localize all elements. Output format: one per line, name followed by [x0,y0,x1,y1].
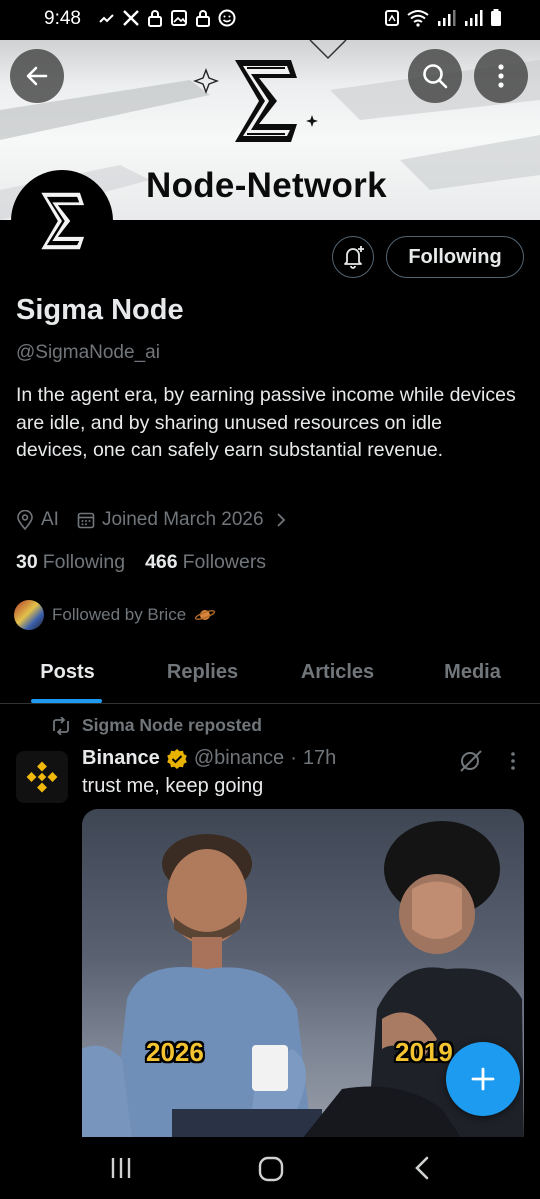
smiley-icon [218,9,236,27]
planet-emoji-icon [195,610,216,620]
recent-apps-icon[interactable] [108,1155,134,1181]
follower-avatar [14,600,44,630]
back-button[interactable] [10,49,64,103]
binance-avatar[interactable] [16,751,68,803]
following-stat[interactable]: 30 Following [16,551,125,574]
plus-icon [471,1067,495,1091]
following-count: 30 [16,551,38,573]
battery-icon [491,9,501,26]
location-text: AI [41,509,59,530]
more-button[interactable] [474,49,528,103]
banner-title: Node-Network [146,166,387,205]
verified-badge-icon [167,748,187,769]
notification-icons [98,9,236,27]
caption-left: 2026 [146,1037,204,1067]
profile-bio: In the agent era, by earning passive inc… [16,384,516,461]
home-icon[interactable] [257,1155,285,1183]
joined-text: Joined March 2026 [101,509,264,530]
chevron-right-icon [276,513,285,527]
caption-right: 2019 [395,1037,453,1067]
repost-indicator: Sigma Node reposted [50,715,262,736]
joined-item[interactable]: Joined March 2026 [77,509,287,531]
status-time: 9:48 [44,8,81,29]
binance-logo-icon [26,761,58,793]
repost-icon [53,716,69,735]
gallery-icon [171,10,187,26]
tab-media[interactable]: Media [405,650,540,703]
status-bar: 9:48 [0,0,540,40]
bell-plus-icon [344,246,364,269]
system-icons [384,9,502,27]
post-text: trust me, keep going [82,775,264,797]
avatar[interactable] [11,170,113,272]
profile-meta: AI Joined March 2026 [16,509,305,531]
tab-articles[interactable]: Articles [270,650,405,703]
lock-icon [196,10,210,27]
followed-by-text: Followed by Brice [52,605,187,624]
location-item: AI [16,509,59,531]
sigma-logo-icon [235,60,297,142]
tab-replies[interactable]: Replies [135,650,270,703]
followers-stat[interactable]: 466 Followers [145,551,266,574]
call-forward-icon [99,14,114,23]
notifications-button[interactable] [332,236,374,278]
saver-icon [385,10,399,26]
search-button[interactable] [408,49,462,103]
wifi-icon [407,10,429,27]
search-icon [423,64,448,89]
x-logo-icon [123,10,139,26]
lock-icon [148,10,162,27]
post-header: Binance @binance · 17h [82,747,336,770]
post-time: 17h [302,747,337,769]
following-label: Following [42,551,126,573]
signal-icon [438,10,456,26]
tab-posts[interactable]: Posts [0,650,135,703]
repost-text: Sigma Node reposted [82,715,262,735]
calendar-icon [77,512,95,529]
post-separator: · [290,747,297,769]
compose-button[interactable] [446,1042,520,1116]
following-button[interactable]: Following [386,236,524,278]
profile-tabs: Posts Replies Articles Media [0,650,540,704]
post-author-handle[interactable]: @binance [194,747,284,770]
signal-icon-2 [465,10,483,26]
followers-label: Followers [182,551,267,573]
grok-icon[interactable] [458,748,484,774]
followed-by[interactable]: Followed by Brice [14,600,216,630]
follow-stats: 30 Following 466 Followers [16,551,266,574]
profile-name: Sigma Node [16,294,184,326]
more-vertical-icon [498,64,504,88]
sigma-avatar-icon [41,192,85,250]
system-navbar [0,1137,540,1199]
profile-handle: @SigmaNode_ai [16,342,160,363]
followers-count: 466 [145,551,178,573]
post-more-icon[interactable] [503,748,523,774]
location-icon [17,510,33,530]
back-arrow-icon [26,66,48,86]
nav-back-icon[interactable] [412,1155,432,1181]
post-author-name[interactable]: Binance [82,747,160,770]
